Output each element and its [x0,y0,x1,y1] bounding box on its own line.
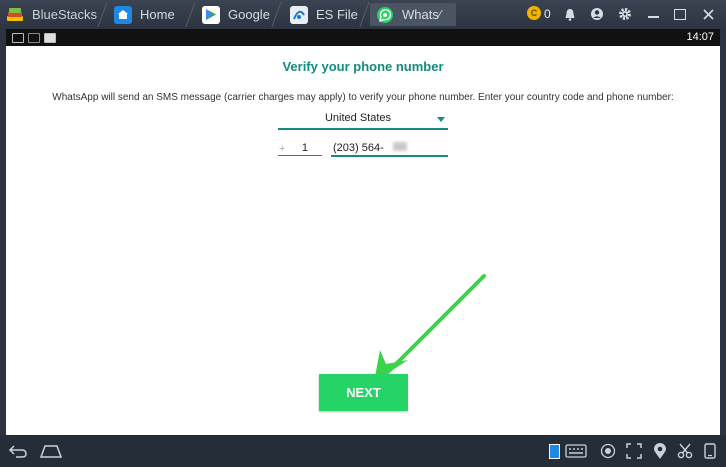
phone-rotate-icon[interactable] [700,443,720,459]
tab-google-label: Google [228,7,270,22]
tab-es-file-label: ES File [316,7,358,22]
minimize-icon[interactable] [642,4,664,24]
status-time: 14:07 [686,31,714,43]
bluestacks-bottom-bar [0,435,726,467]
scissors-icon[interactable] [675,443,695,459]
maximize-icon[interactable] [669,4,691,24]
whatsapp-verify-screen: Verify your phone number WhatsApp will s… [6,46,720,435]
coin-count: 0 [544,7,551,21]
page-title: Verify your phone number [282,59,444,74]
tab-home-label: Home [140,7,175,22]
gear-icon[interactable] [614,4,636,24]
sd-card-status-icon [44,33,56,43]
tab-separator [97,2,108,27]
tab-whatsapp[interactable]: Whats⁄ [370,3,456,26]
bluestacks-brand[interactable]: BlueStacks [6,4,97,25]
phone-number-value: (203) 564- [333,142,384,154]
country-selected-value: United States [324,112,392,124]
country-code-input[interactable]: 1 [278,136,322,156]
tab-google-play[interactable]: Google [202,3,270,26]
notification-status-icon [28,33,40,43]
verify-description: WhatsApp will send an SMS message (carri… [52,92,674,103]
redacted-digits [393,142,407,151]
home-icon [114,5,132,24]
tab-whatsapp-label: Whats⁄ [402,7,442,22]
screen-toggle-icon[interactable] [548,443,560,459]
phone-number-input[interactable]: (203) 564- [331,136,448,157]
es-file-icon [290,5,308,24]
keyboard-icon[interactable] [565,443,587,459]
location-icon[interactable] [650,442,670,459]
play-store-icon [202,5,220,24]
tab-home[interactable]: Home [114,3,175,26]
brand-label: BlueStacks [32,7,98,22]
android-status-bar: 14:07 [6,29,720,46]
tab-separator [185,2,196,27]
country-code-value: 1 [301,142,308,154]
bell-icon[interactable] [559,4,581,24]
country-select[interactable]: United States [278,106,448,130]
camera-status-icon [12,33,24,43]
dropdown-caret-icon [437,117,445,122]
green-arrow-annotation-icon [374,274,486,382]
tab-separator [359,2,370,27]
next-button[interactable]: NEXT [319,374,408,411]
close-icon[interactable] [697,4,719,24]
fullscreen-icon[interactable] [624,443,644,459]
bluestacks-logo-icon [7,7,23,21]
shake-icon[interactable] [598,443,618,459]
coin-icon[interactable]: C [527,6,541,20]
back-icon[interactable] [8,443,28,459]
tab-separator [271,2,282,27]
whatsapp-icon [376,6,394,24]
account-icon[interactable] [586,4,608,24]
window-titlebar: BlueStacks Home Google ES File Whats⁄ C … [0,0,726,29]
tab-es-file[interactable]: ES File [290,3,358,26]
home-nav-icon[interactable] [40,443,62,459]
